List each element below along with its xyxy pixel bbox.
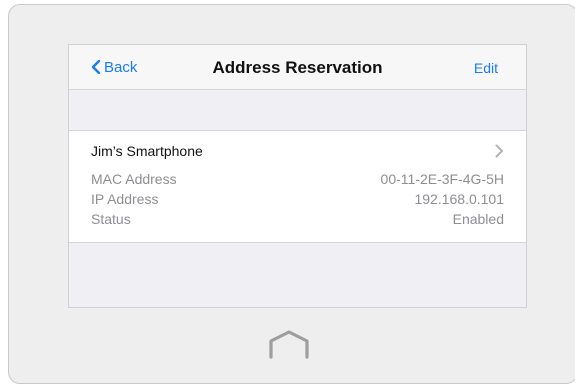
chevron-right-icon <box>495 144 503 158</box>
app-screen: Back Address Reservation Edit Jim’s Smar… <box>68 44 527 308</box>
status-value: Enabled <box>452 211 504 227</box>
home-button-icon[interactable] <box>261 328 317 360</box>
reservation-card[interactable]: Jim’s Smartphone MAC Address 00-11-2E-3F… <box>69 130 526 243</box>
mac-address-label: MAC Address <box>91 171 177 187</box>
chevron-left-icon <box>91 60 101 74</box>
back-label: Back <box>104 58 138 76</box>
status-label: Status <box>91 211 131 227</box>
edit-button[interactable]: Edit <box>474 60 498 76</box>
page-title: Address Reservation <box>212 58 383 77</box>
navigation-bar: Back Address Reservation Edit <box>69 45 526 90</box>
back-button[interactable]: Back <box>91 58 137 76</box>
mac-address-value: 00-11-2E-3F-4G-5H <box>380 171 504 187</box>
device-name: Jim’s Smartphone <box>91 143 203 159</box>
ip-address-label: IP Address <box>91 191 159 207</box>
ip-address-value: 192.168.0.101 <box>414 191 504 207</box>
